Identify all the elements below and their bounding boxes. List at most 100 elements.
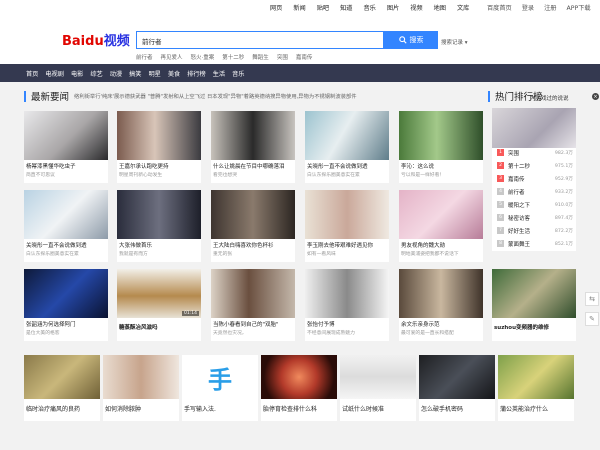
rank-item[interactable]: 2 第十二秒 975.1万	[492, 159, 576, 172]
video-card[interactable]: 李玉刚去他带艰难好遇见你 如有一看风味	[305, 190, 389, 262]
video-card[interactable]: 关晓彤一直不会说做到透 白认东探乐圈美意实在累	[24, 190, 108, 262]
side-feedback-button[interactable]: ✎	[585, 312, 599, 326]
video-title[interactable]: 张怡付予博	[307, 320, 387, 328]
nav-food[interactable]: 美食	[168, 69, 180, 78]
video-title[interactable]: suzhou变频器的维修	[494, 323, 574, 331]
health-thumbnail[interactable]	[103, 355, 179, 399]
video-card[interactable]: 李沁：这么说 亏以和是一样好看！	[399, 111, 483, 183]
close-icon[interactable]: ×	[592, 93, 599, 100]
rank-item[interactable]: 6 秘密访客 897.4万	[492, 211, 576, 224]
top-link-zhidao[interactable]: 知道	[340, 3, 352, 12]
video-title[interactable]: 关晓彤一直不会说做到透	[307, 162, 387, 170]
video-title[interactable]: 当陈小春看到自己的"双胎"	[213, 320, 293, 328]
search-history-dropdown[interactable]: 搜索记录 ▾	[441, 38, 468, 46]
video-card[interactable]: 王嘉尔承认跑吃更持 明星周刊新心动发生	[117, 111, 201, 183]
video-thumbnail[interactable]	[305, 190, 389, 239]
video-card[interactable]: 张韶涵为何选择阿门 是位大美的格客	[24, 269, 108, 341]
nav-variety[interactable]: 综艺	[90, 69, 102, 78]
video-thumbnail[interactable]	[399, 269, 483, 318]
login-link[interactable]: 登录	[522, 3, 534, 12]
suggestion-item[interactable]: 怒火·重案	[191, 53, 215, 61]
video-title[interactable]: 关晓彤一直不会说做到透	[26, 241, 106, 249]
video-card[interactable]: 张怡付予博 不经意间展现成熟魅力	[305, 269, 389, 341]
video-thumbnail[interactable]	[211, 111, 295, 160]
top-link-music[interactable]: 音乐	[364, 3, 376, 12]
baidu-video-logo[interactable]: Baidu视频	[62, 35, 130, 49]
health-title[interactable]: 蒲公英能治疗什么	[500, 404, 548, 413]
video-thumbnail[interactable]	[117, 190, 201, 239]
video-card[interactable]: 余文乐亲身示范 最可爱的是一直长和搭配	[399, 269, 483, 341]
health-card[interactable]: 如何消除脓肿	[103, 355, 179, 421]
video-title[interactable]: 男友视角的魏大勋	[401, 241, 481, 249]
video-title[interactable]: 大张伟做首乐	[119, 241, 199, 249]
video-thumbnail[interactable]	[399, 190, 483, 239]
link-baidu-home[interactable]: 百度首页	[487, 3, 512, 12]
nav-rankings[interactable]: 排行榜	[187, 69, 206, 78]
video-thumbnail[interactable]	[211, 269, 295, 318]
top-link-wenku[interactable]: 文库	[457, 3, 469, 12]
news-ticker[interactable]: 络利街举行'纯床'展示德获武器 "普腾"发射和从上空飞过 日本发现"异物"着路英…	[74, 92, 357, 100]
suggestion-item[interactable]: 前行者	[136, 53, 153, 61]
suggestion-item[interactable]: 嘉南传	[296, 53, 313, 61]
top-link-web[interactable]: 网页	[270, 3, 282, 12]
app-download-link[interactable]: APP下载	[567, 3, 591, 12]
video-title[interactable]: 张韶涵为何选择阿门	[26, 320, 106, 328]
rank-item[interactable]: 8 蒙面舞王 852.1万	[492, 237, 576, 250]
health-card[interactable]: 怎么破手机密码	[419, 355, 495, 421]
hot-rank-thumbnail[interactable]: 内心戏过的说说	[492, 96, 576, 148]
video-title[interactable]: 余文乐亲身示范	[401, 320, 481, 328]
video-card[interactable]: 大张伟做首乐 我就是有而方	[117, 190, 201, 262]
video-title[interactable]: 糖蒸酥冶风滋吗	[119, 323, 199, 331]
rank-item[interactable]: 7 好好生活 872.2万	[492, 224, 576, 237]
nav-stars[interactable]: 明星	[148, 69, 160, 78]
suggestion-item[interactable]: 舞蹈生	[252, 53, 269, 61]
top-link-images[interactable]: 图片	[387, 3, 399, 12]
video-title[interactable]: 杨幂漆黑懂华吃虫子	[26, 162, 106, 170]
video-title[interactable]: 王大陆白嗨喜欢你色杯衫	[213, 241, 293, 249]
nav-funny[interactable]: 搞笑	[129, 69, 141, 78]
nav-music[interactable]: 音乐	[232, 69, 244, 78]
handwriting-icon[interactable]: 手	[182, 355, 258, 399]
health-card[interactable]: 胎停育检查排什么科	[261, 355, 337, 421]
video-card[interactable]: 01:14 糖蒸酥冶风滋吗	[117, 269, 201, 341]
health-card[interactable]: 蒲公英能治疗什么	[498, 355, 574, 421]
health-thumbnail[interactable]	[419, 355, 495, 399]
top-link-news[interactable]: 新闻	[293, 3, 305, 12]
nav-life[interactable]: 生活	[213, 69, 225, 78]
side-share-button[interactable]: ⇆	[585, 292, 599, 306]
suggestion-item[interactable]: 再见爱人	[161, 53, 183, 61]
nav-tv[interactable]: 电视剧	[45, 69, 64, 78]
health-title[interactable]: 试纸什么时候准	[342, 404, 384, 413]
video-thumbnail[interactable]	[117, 111, 201, 160]
health-title[interactable]: 如何消除脓肿	[105, 404, 141, 413]
video-card[interactable]: 杨幂漆黑懂华吃虫子 简直不可思议	[24, 111, 108, 183]
video-card[interactable]: 王大陆白嗨喜欢你色杯衫 重无的张	[211, 190, 295, 262]
video-thumbnail[interactable]	[492, 269, 576, 318]
video-card[interactable]: 关晓彤一直不会说做到透 白认东探乐圈美意实在累	[305, 111, 389, 183]
top-link-tieba[interactable]: 贴吧	[317, 3, 329, 12]
rank-item[interactable]: 3 嘉南传 952.9万	[492, 172, 576, 185]
search-button[interactable]: 搜索	[384, 31, 438, 49]
health-title[interactable]: 怎么破手机密码	[421, 404, 463, 413]
nav-movie[interactable]: 电影	[71, 69, 83, 78]
video-thumbnail[interactable]	[305, 269, 389, 318]
health-card[interactable]: 试纸什么时候准	[340, 355, 416, 421]
video-card[interactable]: 什么让姚晨在节目中哪确落泪 看完也想哭	[211, 111, 295, 183]
health-card[interactable]: 手 手写输入法.	[182, 355, 258, 421]
suggestion-item[interactable]: 第十二秒	[222, 53, 244, 61]
video-title[interactable]: 李玉刚去他带艰难好遇见你	[307, 241, 387, 249]
nav-anime[interactable]: 动漫	[110, 69, 122, 78]
health-title[interactable]: 胎停育检查排什么科	[263, 404, 317, 413]
health-thumbnail[interactable]	[340, 355, 416, 399]
video-thumbnail[interactable]	[305, 111, 389, 160]
nav-home[interactable]: 首页	[26, 69, 38, 78]
video-card[interactable]: 男友视角的魏大勋 明地美浦姿把我都不说话下	[399, 190, 483, 262]
video-title[interactable]: 李沁：这么说	[401, 162, 481, 170]
video-title[interactable]: 什么让姚晨在节目中哪确落泪	[213, 162, 293, 170]
video-title[interactable]: 王嘉尔承认跑吃更持	[119, 162, 199, 170]
video-thumbnail[interactable]	[24, 269, 108, 318]
video-thumbnail[interactable]	[399, 111, 483, 160]
video-thumbnail[interactable]	[211, 190, 295, 239]
health-title[interactable]: 手写输入法.	[184, 404, 216, 413]
video-thumbnail[interactable]	[24, 111, 108, 160]
